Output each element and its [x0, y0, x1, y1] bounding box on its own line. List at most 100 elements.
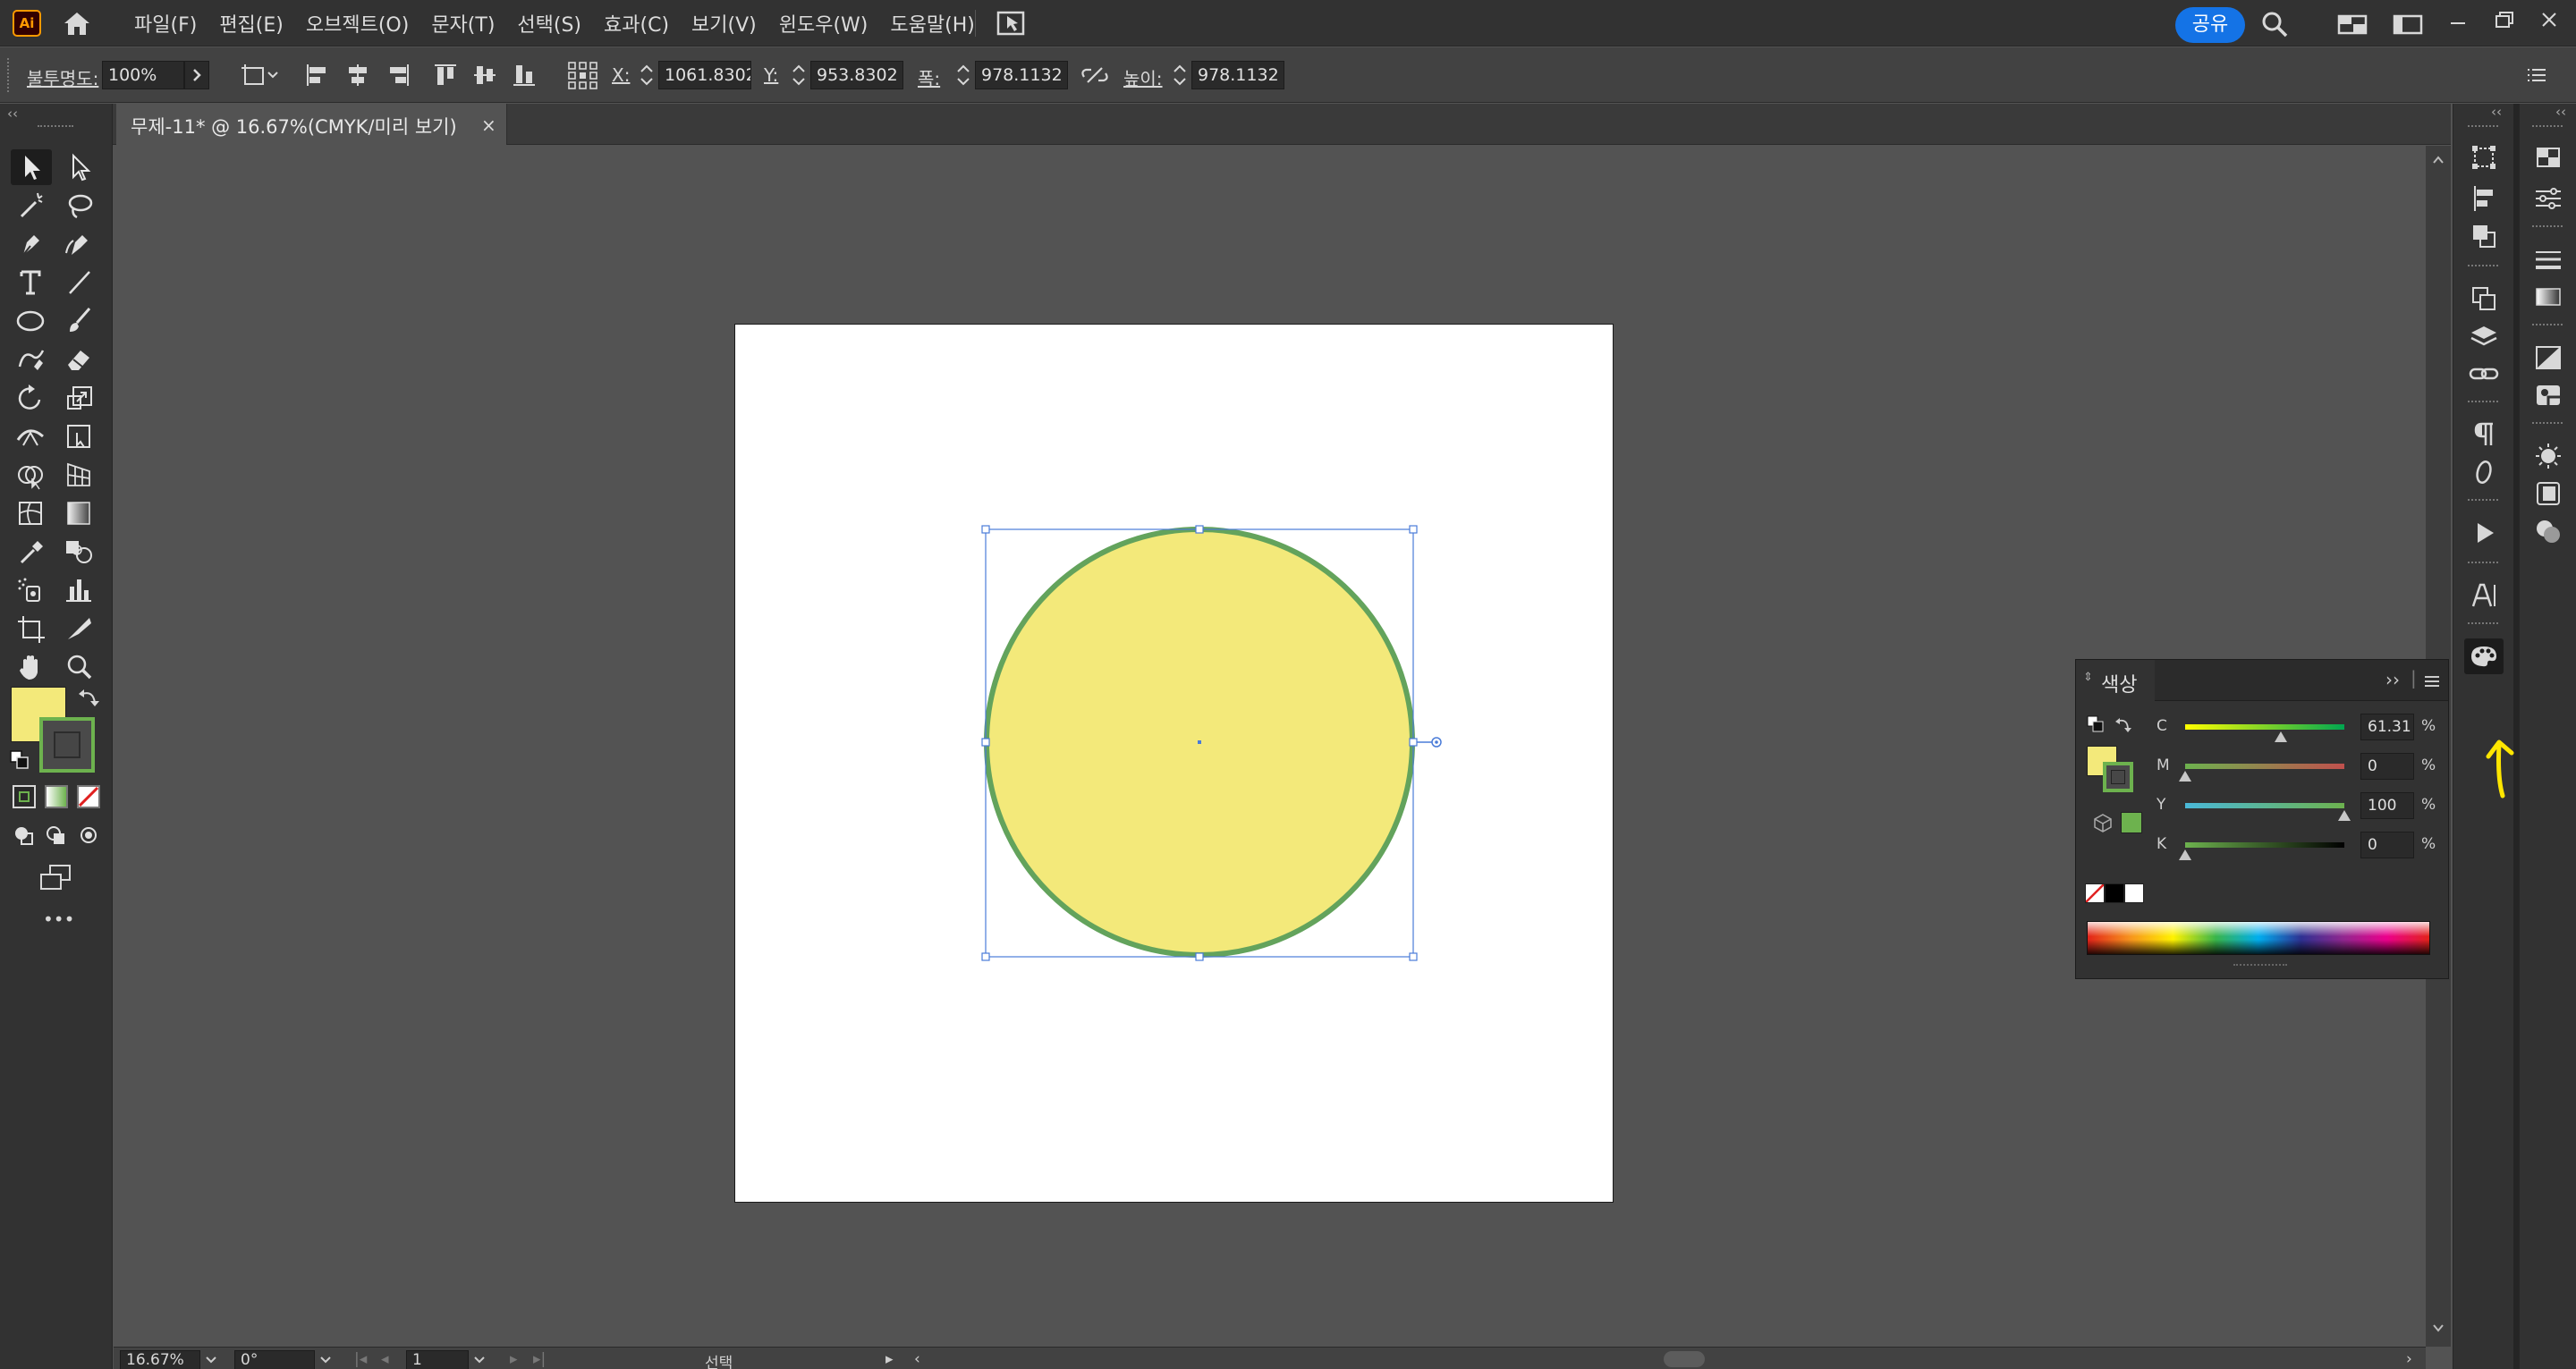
dock2-collapse-icon[interactable]: ‹‹: [2555, 104, 2566, 120]
dock-grip[interactable]: [2532, 422, 2563, 427]
toolbar-grip[interactable]: [38, 125, 73, 131]
y-stepper[interactable]: [789, 59, 809, 91]
dock-grip[interactable]: [2468, 562, 2498, 566]
black-slider-track[interactable]: [2185, 842, 2344, 848]
symbol-sprayer-tool-icon[interactable]: [11, 572, 52, 608]
width-stepper[interactable]: [953, 59, 973, 91]
layers-panel-icon[interactable]: [2464, 318, 2504, 354]
free-transform-tool-icon[interactable]: [59, 418, 100, 454]
black-color-swatch[interactable]: [2105, 883, 2124, 903]
blend-tool-icon[interactable]: [59, 534, 100, 570]
control-bar-menu-icon[interactable]: [2519, 59, 2555, 91]
rotate-tool-icon[interactable]: [11, 380, 52, 416]
gradient-tool-icon[interactable]: [59, 495, 100, 531]
constrain-proportions-icon[interactable]: [1077, 59, 1113, 91]
menu-effect[interactable]: 효과(C): [604, 9, 669, 38]
y-field[interactable]: 953.8302 p: [810, 61, 903, 89]
hand-tool-icon[interactable]: [11, 649, 52, 685]
slice-tool-icon[interactable]: [59, 611, 100, 646]
panel-collapse-icon[interactable]: ››: [2385, 669, 2400, 690]
document-tab-title[interactable]: 무제-11* @ 16.67%(CMYK/미리 보기): [131, 113, 457, 139]
dock-grip[interactable]: [2532, 324, 2563, 328]
width-field[interactable]: 978.1132 p: [975, 61, 1068, 89]
paragraph-panel-icon[interactable]: [2464, 417, 2504, 452]
dock-grip[interactable]: [2532, 225, 2563, 230]
white-color-swatch[interactable]: [2124, 883, 2144, 903]
transform-panel-icon[interactable]: [2464, 139, 2504, 175]
color-panel-tab[interactable]: ⇕ 색상: [2076, 660, 2155, 701]
zoom-tool-icon[interactable]: [59, 649, 100, 685]
menu-view[interactable]: 보기(V): [691, 9, 757, 38]
menu-object[interactable]: 오브젝트(O): [306, 9, 409, 38]
x-label[interactable]: X:: [612, 64, 630, 86]
scale-tool-icon[interactable]: [59, 380, 100, 416]
stroke-panel-icon[interactable]: [2529, 241, 2568, 277]
actions-panel-icon[interactable]: [2464, 515, 2504, 551]
opentype-panel-icon[interactable]: [2464, 454, 2504, 490]
dock-grip[interactable]: [2468, 265, 2498, 269]
search-icon[interactable]: [2259, 9, 2290, 39]
none-mode-button[interactable]: [77, 785, 100, 808]
cyan-slider-track[interactable]: [2185, 724, 2344, 730]
arrange-documents-icon[interactable]: [995, 9, 1027, 38]
paintbrush-tool-icon[interactable]: [59, 303, 100, 339]
workspace-switcher-icon[interactable]: [2336, 12, 2368, 37]
black-value-field[interactable]: 0: [2360, 832, 2414, 858]
line-segment-tool-icon[interactable]: [59, 265, 100, 300]
home-icon[interactable]: [59, 10, 95, 37]
menu-file[interactable]: 파일(F): [134, 9, 197, 38]
last-artboard-icon[interactable]: ▸|: [533, 1350, 546, 1368]
width-tool-icon[interactable]: [11, 418, 52, 454]
dock-grip[interactable]: [2468, 622, 2498, 627]
panel-menu-icon[interactable]: [2421, 672, 2443, 690]
scroll-up-icon[interactable]: [2429, 151, 2447, 169]
edit-toolbar-button[interactable]: •••: [43, 908, 74, 930]
panel-resize-grip[interactable]: [2233, 964, 2287, 969]
dock-grip[interactable]: [2468, 125, 2498, 130]
artboard-dropdown-icon[interactable]: [470, 1352, 488, 1368]
document-tab[interactable]: 무제-11* @ 16.67%(CMYK/미리 보기) ×: [116, 104, 507, 145]
stroke-color-swatch[interactable]: [39, 717, 95, 773]
symbols-panel-icon[interactable]: [2529, 513, 2568, 549]
align-left-icon[interactable]: [301, 59, 336, 91]
x-stepper[interactable]: [637, 59, 657, 91]
column-graph-tool-icon[interactable]: [59, 572, 100, 608]
shape-builder-tool-icon[interactable]: [11, 457, 52, 493]
cyan-value-field[interactable]: 61.31: [2360, 714, 2414, 740]
character-panel-icon[interactable]: [2464, 578, 2504, 613]
opacity-dropdown-button[interactable]: [184, 61, 209, 89]
yellow-value-field[interactable]: 100: [2360, 792, 2414, 819]
artboard-number-field[interactable]: 1: [406, 1350, 469, 1369]
document-tab-close-icon[interactable]: ×: [481, 114, 496, 136]
yellow-slider-track[interactable]: [2185, 803, 2344, 808]
menu-select[interactable]: 선택(S): [517, 9, 581, 38]
toolbar-collapse-icon[interactable]: ‹‹: [7, 106, 18, 122]
width-label[interactable]: 폭:: [918, 64, 940, 90]
dock-grip[interactable]: [2468, 499, 2498, 503]
recolor-artwork-icon[interactable]: [236, 59, 284, 91]
align-panel-icon[interactable]: [2464, 181, 2504, 216]
artwork-layer[interactable]: [975, 519, 1458, 966]
eraser-tool-icon[interactable]: [59, 342, 100, 377]
next-artboard-icon[interactable]: ▸: [510, 1350, 518, 1368]
black-slider-thumb[interactable]: [2179, 849, 2191, 860]
panel-options-toggle-icon[interactable]: ⇕: [2083, 671, 2093, 684]
horizontal-scroll-thumb[interactable]: [1664, 1351, 1705, 1367]
artboards-panel-icon[interactable]: [2464, 281, 2504, 317]
closest-web-color-swatch[interactable]: [2121, 812, 2142, 833]
eyedropper-tool-icon[interactable]: [11, 534, 52, 570]
x-field[interactable]: 1061.8302: [658, 61, 751, 89]
menu-window[interactable]: 윈도우(W): [779, 9, 869, 38]
menu-type[interactable]: 문자(T): [431, 9, 495, 38]
menu-help[interactable]: 도움말(H): [890, 9, 974, 38]
cyan-slider-thumb[interactable]: [2275, 731, 2287, 742]
yellow-slider-thumb[interactable]: [2338, 810, 2351, 821]
draw-behind-icon[interactable]: [43, 823, 70, 848]
color-panel-icon[interactable]: [2464, 638, 2504, 674]
image-trace-panel-icon[interactable]: [2529, 377, 2568, 413]
graphic-styles-panel-icon[interactable]: [2529, 476, 2568, 511]
draw-inside-icon[interactable]: [75, 823, 102, 848]
color-mode-button[interactable]: [13, 785, 36, 808]
type-tool-icon[interactable]: [11, 265, 52, 300]
status-menu-icon[interactable]: ▸: [886, 1350, 894, 1368]
